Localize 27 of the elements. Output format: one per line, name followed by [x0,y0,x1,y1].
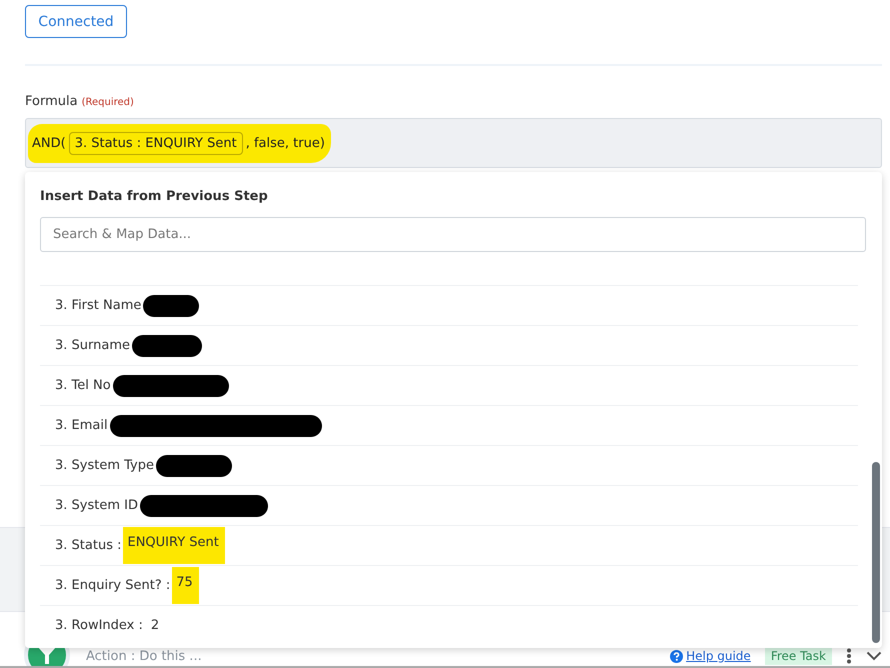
data-item[interactable]: 3. Surname [40,325,858,365]
data-item[interactable]: 3. First Name [40,285,858,325]
data-item[interactable]: 3. Tel No [40,365,858,405]
search-field[interactable]: Search & Map Data... [40,217,866,252]
more-options-icon[interactable] [846,648,852,664]
free-task-badge: Free Task [764,647,832,665]
item-value: 75 [172,567,199,604]
data-item[interactable]: 3. Email [40,405,858,445]
field-label: Formula [25,94,78,109]
scrollbar-thumb[interactable] [872,462,880,643]
data-item[interactable]: 3. System Type [40,445,858,485]
data-item[interactable]: 3. RowIndex : 2 [40,605,858,645]
required-note: (Required) [82,97,134,108]
connected-button[interactable]: Connected [25,5,127,38]
formula-field[interactable]: AND( 3. Status : ENQUIRY Sent , false, true) [25,118,882,168]
item-value: 2 [150,617,160,635]
help-icon [670,650,684,662]
data-token[interactable]: 3. Status : ENQUIRY Sent [68,132,243,154]
formula-expression: AND( 3. Status : ENQUIRY Sent , false, true) [28,124,331,162]
step-caption: Action : Do this ... [86,649,202,664]
data-item[interactable]: 3. Status : ENQUIRY Sent [40,525,858,565]
data-item[interactable]: 3. Enquiry Sent? : 75 [40,565,858,605]
data-item[interactable]: 3. System ID [40,485,858,525]
help-guide-link[interactable]: Help guide [670,649,751,663]
dropdown-title: Insert Data from Previous Step [40,189,269,204]
chevron-down-icon[interactable] [866,651,882,661]
item-value: ENQUIRY Sent [123,527,225,564]
